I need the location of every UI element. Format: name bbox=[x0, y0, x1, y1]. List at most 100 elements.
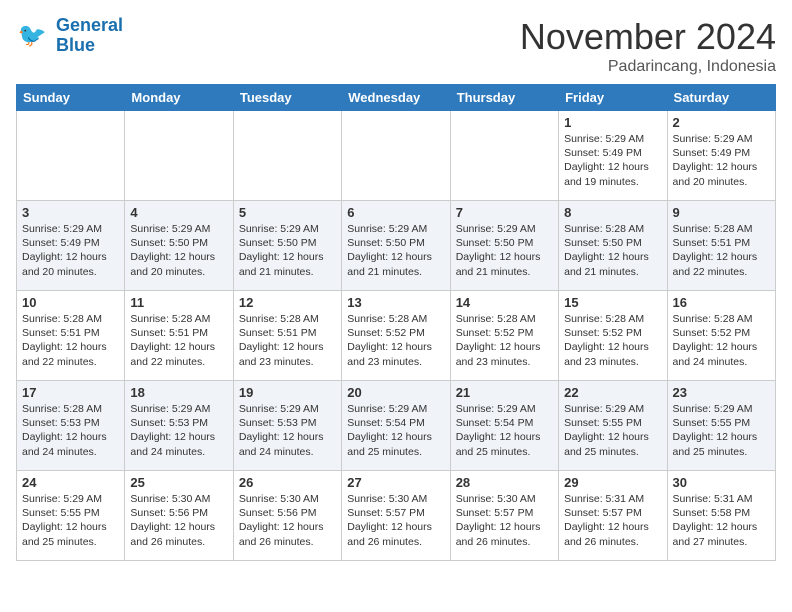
day-number: 3 bbox=[22, 205, 119, 220]
day-info: Sunrise: 5:30 AM Sunset: 5:56 PM Dayligh… bbox=[130, 492, 227, 549]
day-info: Sunrise: 5:29 AM Sunset: 5:55 PM Dayligh… bbox=[673, 402, 770, 459]
day-number: 4 bbox=[130, 205, 227, 220]
calendar-cell: 27 Sunrise: 5:30 AM Sunset: 5:57 PM Dayli… bbox=[342, 471, 450, 561]
week-row-4: 17 Sunrise: 5:28 AM Sunset: 5:53 PM Dayli… bbox=[17, 381, 776, 471]
calendar-cell: 4 Sunrise: 5:29 AM Sunset: 5:50 PM Daylig… bbox=[125, 201, 233, 291]
day-number: 13 bbox=[347, 295, 444, 310]
day-info: Sunrise: 5:29 AM Sunset: 5:54 PM Dayligh… bbox=[347, 402, 444, 459]
calendar-cell: 5 Sunrise: 5:29 AM Sunset: 5:50 PM Daylig… bbox=[233, 201, 341, 291]
day-number: 12 bbox=[239, 295, 336, 310]
logo: 🐦 General Blue bbox=[16, 16, 123, 56]
calendar-cell: 13 Sunrise: 5:28 AM Sunset: 5:52 PM Dayli… bbox=[342, 291, 450, 381]
calendar-cell: 16 Sunrise: 5:28 AM Sunset: 5:52 PM Dayli… bbox=[667, 291, 775, 381]
day-info: Sunrise: 5:30 AM Sunset: 5:56 PM Dayligh… bbox=[239, 492, 336, 549]
day-info: Sunrise: 5:29 AM Sunset: 5:50 PM Dayligh… bbox=[239, 222, 336, 279]
day-number: 25 bbox=[130, 475, 227, 490]
day-info: Sunrise: 5:28 AM Sunset: 5:52 PM Dayligh… bbox=[347, 312, 444, 369]
calendar-cell: 18Sunrise: 5:29 AM Sunset: 5:53 PM Dayli… bbox=[125, 381, 233, 471]
day-number: 22 bbox=[564, 385, 661, 400]
calendar-cell: 17 Sunrise: 5:28 AM Sunset: 5:53 PM Dayli… bbox=[17, 381, 125, 471]
day-info: Sunrise: 5:29 AM Sunset: 5:53 PM Dayligh… bbox=[130, 402, 227, 459]
calendar-cell: 14 Sunrise: 5:28 AM Sunset: 5:52 PM Dayli… bbox=[450, 291, 558, 381]
calendar-cell bbox=[342, 111, 450, 201]
day-number: 27 bbox=[347, 475, 444, 490]
calendar-cell: 8Sunrise: 5:28 AM Sunset: 5:50 PM Daylig… bbox=[559, 201, 667, 291]
calendar-cell: 1 Sunrise: 5:29 AM Sunset: 5:49 PM Daylig… bbox=[559, 111, 667, 201]
day-number: 26 bbox=[239, 475, 336, 490]
day-info: Sunrise: 5:29 AM Sunset: 5:49 PM Dayligh… bbox=[564, 132, 661, 189]
calendar-cell: 15Sunrise: 5:28 AM Sunset: 5:52 PM Dayli… bbox=[559, 291, 667, 381]
calendar-cell bbox=[125, 111, 233, 201]
weekday-header-tuesday: Tuesday bbox=[233, 85, 341, 111]
week-row-2: 3 Sunrise: 5:29 AM Sunset: 5:49 PM Daylig… bbox=[17, 201, 776, 291]
calendar-cell: 28 Sunrise: 5:30 AM Sunset: 5:57 PM Dayli… bbox=[450, 471, 558, 561]
calendar-cell: 10 Sunrise: 5:28 AM Sunset: 5:51 PM Dayli… bbox=[17, 291, 125, 381]
day-number: 7 bbox=[456, 205, 553, 220]
day-number: 20 bbox=[347, 385, 444, 400]
weekday-header-sunday: Sunday bbox=[17, 85, 125, 111]
week-row-3: 10 Sunrise: 5:28 AM Sunset: 5:51 PM Dayli… bbox=[17, 291, 776, 381]
calendar-cell: 30 Sunrise: 5:31 AM Sunset: 5:58 PM Dayli… bbox=[667, 471, 775, 561]
day-info: Sunrise: 5:28 AM Sunset: 5:51 PM Dayligh… bbox=[673, 222, 770, 279]
logo-text: General Blue bbox=[56, 16, 123, 56]
day-info: Sunrise: 5:28 AM Sunset: 5:53 PM Dayligh… bbox=[22, 402, 119, 459]
calendar-cell: 26 Sunrise: 5:30 AM Sunset: 5:56 PM Dayli… bbox=[233, 471, 341, 561]
weekday-header-wednesday: Wednesday bbox=[342, 85, 450, 111]
calendar-cell: 11 Sunrise: 5:28 AM Sunset: 5:51 PM Dayli… bbox=[125, 291, 233, 381]
day-info: Sunrise: 5:31 AM Sunset: 5:57 PM Dayligh… bbox=[564, 492, 661, 549]
day-info: Sunrise: 5:29 AM Sunset: 5:55 PM Dayligh… bbox=[564, 402, 661, 459]
day-number: 19 bbox=[239, 385, 336, 400]
month-title: November 2024 bbox=[520, 16, 776, 58]
day-number: 6 bbox=[347, 205, 444, 220]
day-number: 1 bbox=[564, 115, 661, 130]
day-info: Sunrise: 5:28 AM Sunset: 5:52 PM Dayligh… bbox=[564, 312, 661, 369]
weekday-header-monday: Monday bbox=[125, 85, 233, 111]
day-info: Sunrise: 5:29 AM Sunset: 5:50 PM Dayligh… bbox=[130, 222, 227, 279]
calendar-cell: 22 Sunrise: 5:29 AM Sunset: 5:55 PM Dayli… bbox=[559, 381, 667, 471]
day-number: 24 bbox=[22, 475, 119, 490]
location: Padarincang, Indonesia bbox=[520, 58, 776, 76]
day-number: 9 bbox=[673, 205, 770, 220]
day-number: 17 bbox=[22, 385, 119, 400]
calendar-cell bbox=[450, 111, 558, 201]
calendar-cell: 12 Sunrise: 5:28 AM Sunset: 5:51 PM Dayli… bbox=[233, 291, 341, 381]
weekday-header-saturday: Saturday bbox=[667, 85, 775, 111]
day-number: 14 bbox=[456, 295, 553, 310]
day-number: 5 bbox=[239, 205, 336, 220]
day-info: Sunrise: 5:29 AM Sunset: 5:50 PM Dayligh… bbox=[456, 222, 553, 279]
day-number: 10 bbox=[22, 295, 119, 310]
day-info: Sunrise: 5:29 AM Sunset: 5:50 PM Dayligh… bbox=[347, 222, 444, 279]
day-info: Sunrise: 5:28 AM Sunset: 5:51 PM Dayligh… bbox=[130, 312, 227, 369]
week-row-1: 1 Sunrise: 5:29 AM Sunset: 5:49 PM Daylig… bbox=[17, 111, 776, 201]
calendar-cell: 29 Sunrise: 5:31 AM Sunset: 5:57 PM Dayli… bbox=[559, 471, 667, 561]
day-number: 28 bbox=[456, 475, 553, 490]
calendar-cell: 21Sunrise: 5:29 AM Sunset: 5:54 PM Dayli… bbox=[450, 381, 558, 471]
calendar-cell: 6 Sunrise: 5:29 AM Sunset: 5:50 PM Daylig… bbox=[342, 201, 450, 291]
day-info: Sunrise: 5:29 AM Sunset: 5:55 PM Dayligh… bbox=[22, 492, 119, 549]
logo-line1: General bbox=[56, 15, 123, 35]
week-row-5: 24 Sunrise: 5:29 AM Sunset: 5:55 PM Dayli… bbox=[17, 471, 776, 561]
logo-icon: 🐦 bbox=[16, 18, 52, 54]
calendar-cell: 7 Sunrise: 5:29 AM Sunset: 5:50 PM Daylig… bbox=[450, 201, 558, 291]
day-info: Sunrise: 5:28 AM Sunset: 5:51 PM Dayligh… bbox=[22, 312, 119, 369]
day-info: Sunrise: 5:30 AM Sunset: 5:57 PM Dayligh… bbox=[456, 492, 553, 549]
day-number: 2 bbox=[673, 115, 770, 130]
calendar-table: SundayMondayTuesdayWednesdayThursdayFrid… bbox=[16, 84, 776, 561]
day-number: 23 bbox=[673, 385, 770, 400]
day-info: Sunrise: 5:30 AM Sunset: 5:57 PM Dayligh… bbox=[347, 492, 444, 549]
title-block: November 2024 Padarincang, Indonesia bbox=[520, 16, 776, 76]
day-number: 11 bbox=[130, 295, 227, 310]
calendar-cell: 2Sunrise: 5:29 AM Sunset: 5:49 PM Daylig… bbox=[667, 111, 775, 201]
day-info: Sunrise: 5:31 AM Sunset: 5:58 PM Dayligh… bbox=[673, 492, 770, 549]
day-number: 30 bbox=[673, 475, 770, 490]
day-info: Sunrise: 5:28 AM Sunset: 5:52 PM Dayligh… bbox=[673, 312, 770, 369]
day-info: Sunrise: 5:28 AM Sunset: 5:51 PM Dayligh… bbox=[239, 312, 336, 369]
day-number: 8 bbox=[564, 205, 661, 220]
day-number: 16 bbox=[673, 295, 770, 310]
calendar-cell: 3 Sunrise: 5:29 AM Sunset: 5:49 PM Daylig… bbox=[17, 201, 125, 291]
day-info: Sunrise: 5:28 AM Sunset: 5:52 PM Dayligh… bbox=[456, 312, 553, 369]
day-number: 29 bbox=[564, 475, 661, 490]
calendar-cell: 25 Sunrise: 5:30 AM Sunset: 5:56 PM Dayli… bbox=[125, 471, 233, 561]
day-number: 21 bbox=[456, 385, 553, 400]
day-info: Sunrise: 5:29 AM Sunset: 5:49 PM Dayligh… bbox=[22, 222, 119, 279]
